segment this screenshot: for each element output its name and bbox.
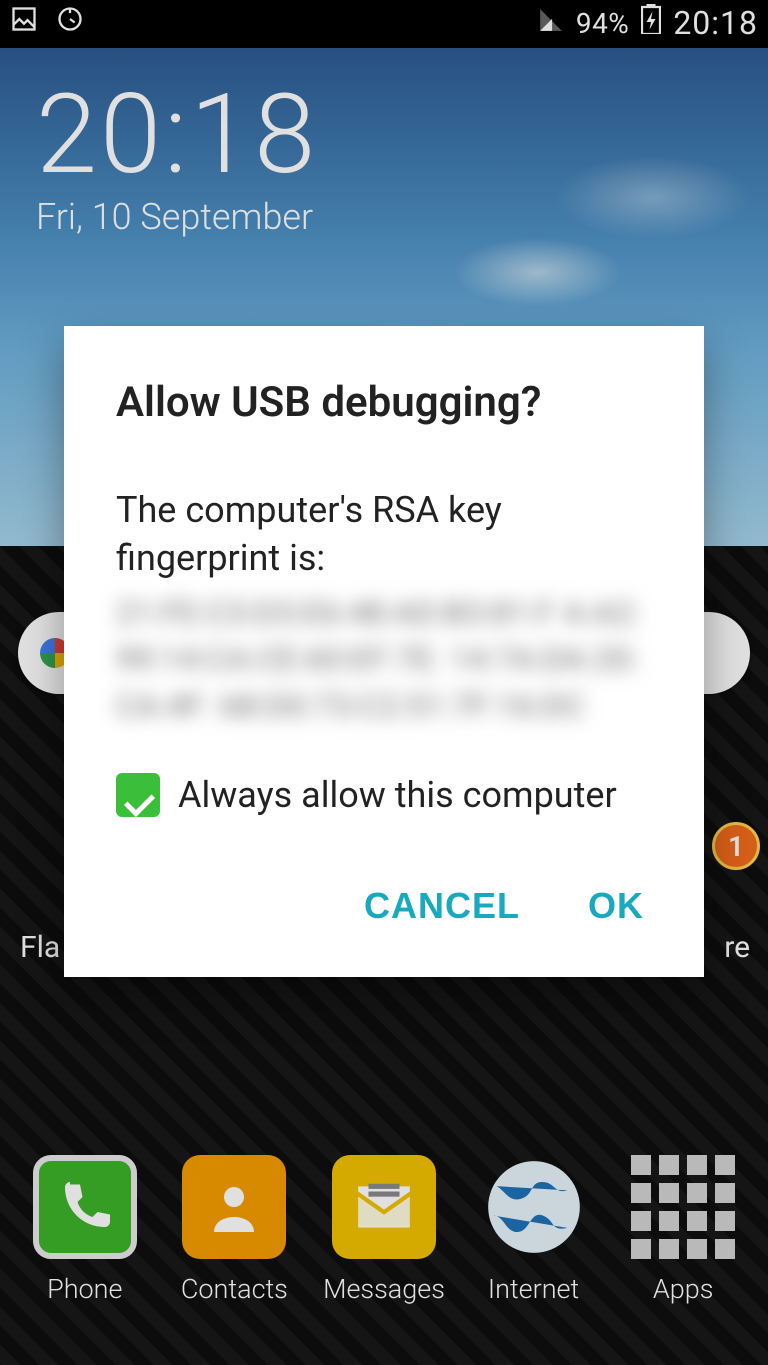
ok-button[interactable]: OK (580, 873, 652, 939)
dialog-title: Allow USB debugging? (116, 378, 652, 427)
checkbox-checked-icon (116, 773, 160, 817)
dialog-actions: CANCEL OK (116, 873, 652, 959)
cancel-button[interactable]: CANCEL (356, 873, 528, 939)
usb-debugging-dialog: Allow USB debugging? The computer's RSA … (64, 326, 704, 977)
always-allow-checkbox[interactable]: Always allow this computer (116, 773, 652, 817)
checkbox-label: Always allow this computer (178, 774, 617, 816)
dialog-body-text: The computer's RSA key fingerprint is: (116, 487, 652, 582)
rsa-fingerprint: 21:FE:C3:D3:E6:48:AD:B3:81:F A:A2:99:14:… (116, 590, 652, 729)
